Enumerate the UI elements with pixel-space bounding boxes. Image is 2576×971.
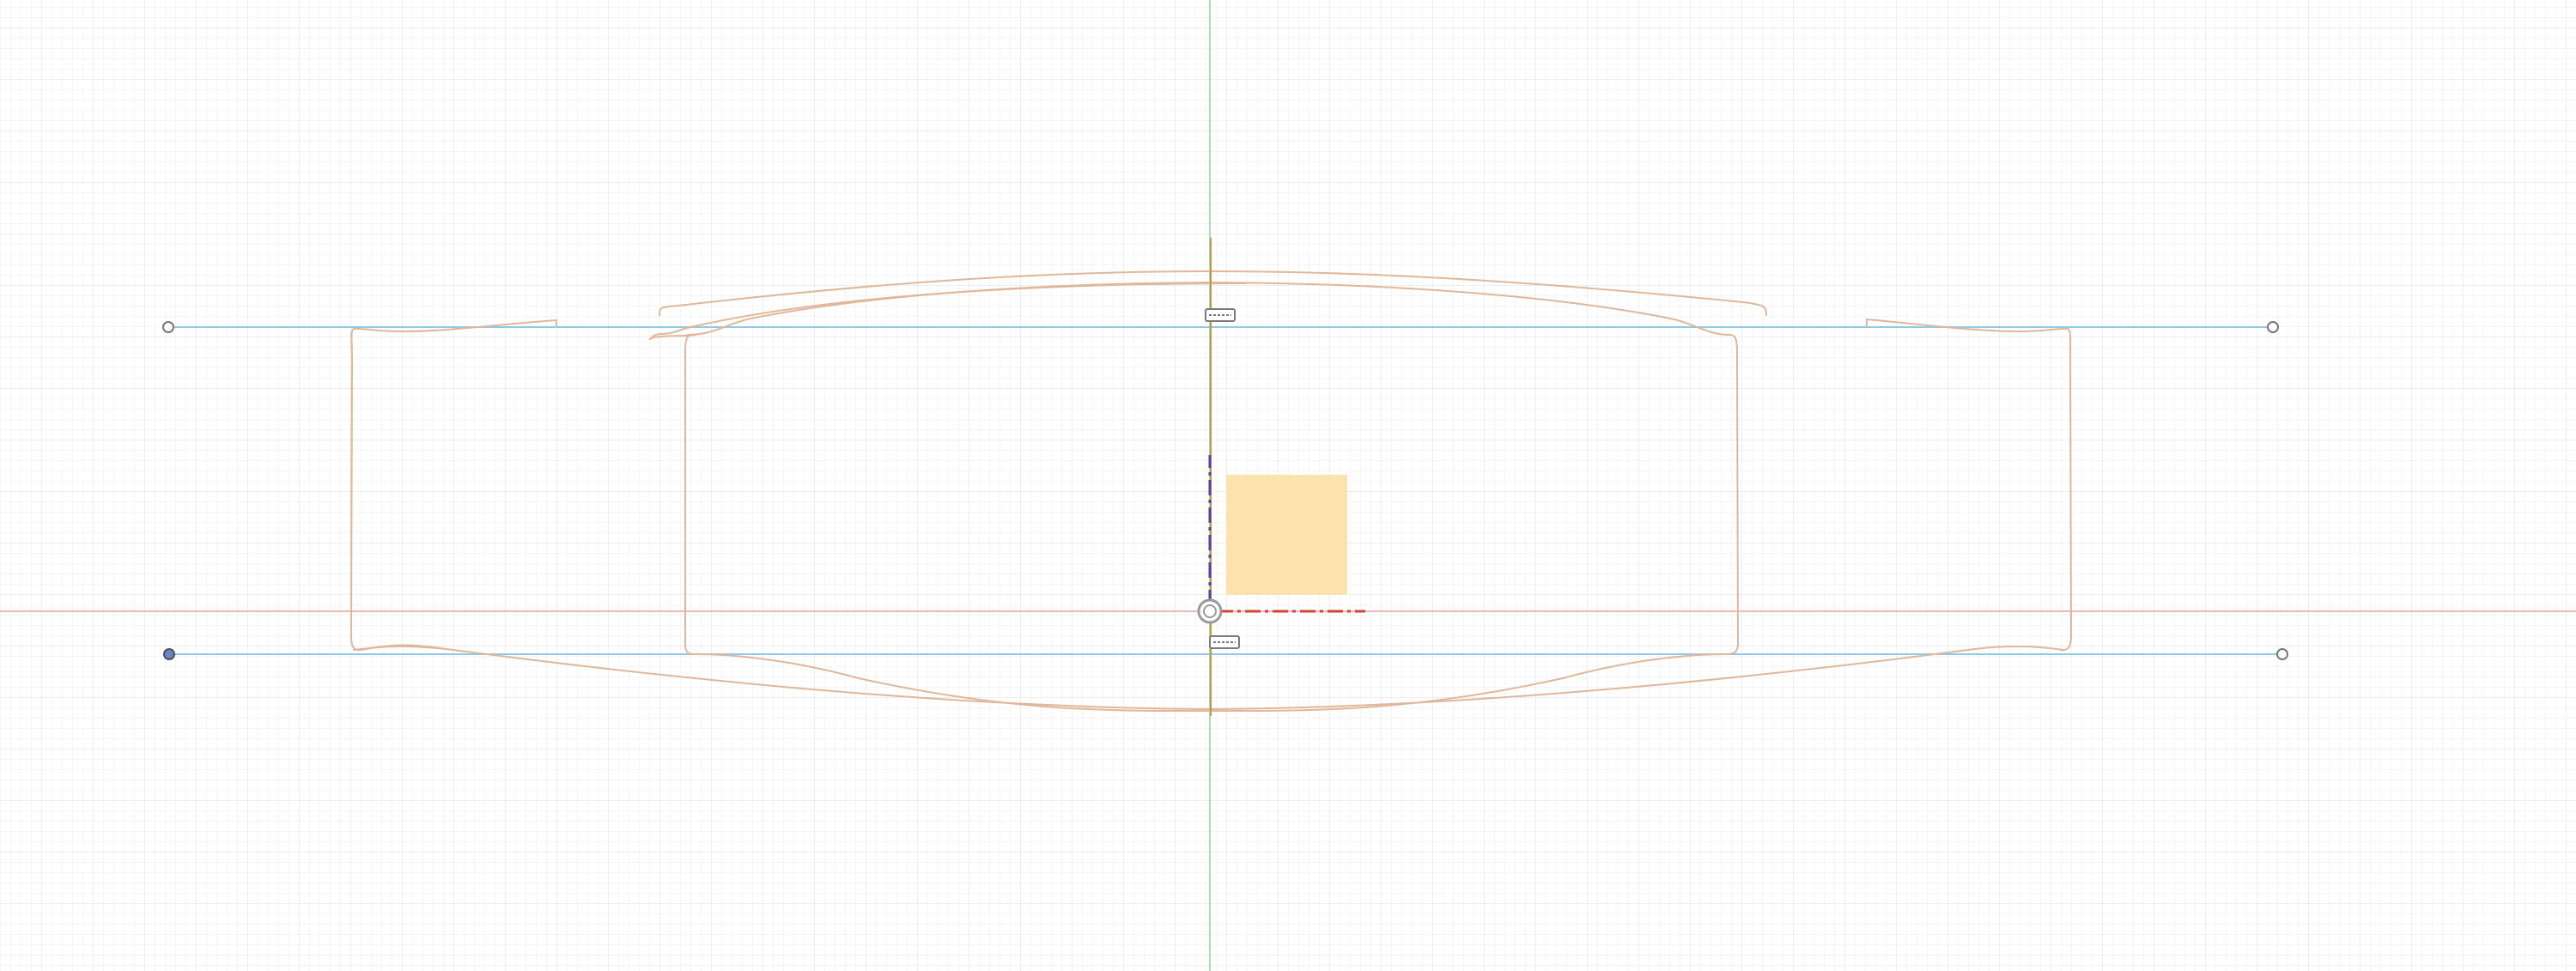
sketch-point-icon-bottom-right[interactable] xyxy=(2276,648,2288,660)
horizontal-constraint-icon-top[interactable] xyxy=(1205,308,1236,322)
sketch-canvas[interactable] xyxy=(0,0,2576,971)
origin-icon[interactable] xyxy=(1197,598,1223,624)
sketch-point-icon-top-right[interactable] xyxy=(2267,321,2279,333)
sketch-profile[interactable] xyxy=(1226,475,1347,595)
sketch-point-icon-bottom-left[interactable] xyxy=(163,648,175,660)
sketch-point-icon-top-left[interactable] xyxy=(162,321,174,333)
canvas-svg[interactable] xyxy=(0,0,2576,971)
horizontal-constraint-icon-bottom[interactable] xyxy=(1209,635,1240,649)
